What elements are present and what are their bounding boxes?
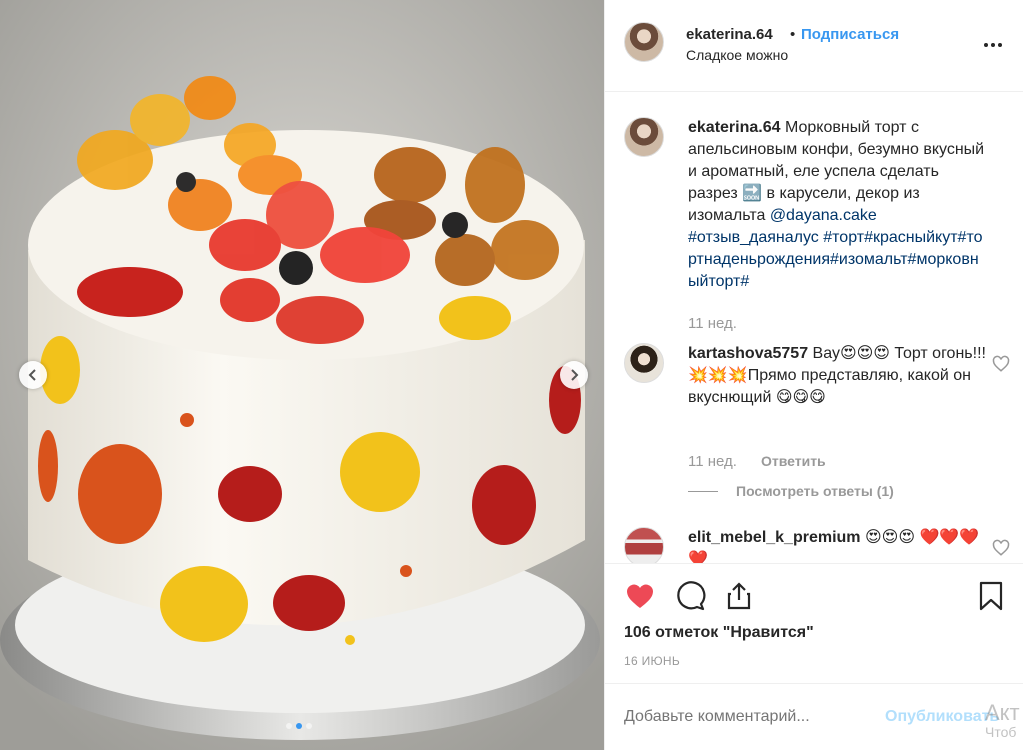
comment-time[interactable]: 11 нед. (688, 453, 737, 470)
cake-image (0, 0, 604, 750)
like-button-icon[interactable] (624, 580, 656, 612)
view-replies-label: Посмотреть ответы (1) (736, 483, 894, 499)
share-button-icon[interactable] (723, 580, 755, 612)
activation-watermark: Акт (985, 700, 1020, 725)
comment-item: elit_mebel_k_premium 😍😍😍 ❤️❤️❤️❤️ (624, 527, 1010, 563)
next-slide-button[interactable] (560, 361, 588, 389)
commenter-username[interactable]: kartashova5757 (688, 345, 808, 362)
carousel-dot-active (296, 723, 302, 729)
caption-text: ekaterina.64 Морковный торт с апельсинов… (688, 117, 988, 293)
follow-button[interactable]: Подписаться (801, 26, 899, 43)
commenter-username[interactable]: elit_mebel_k_premium (688, 529, 861, 546)
commenter-avatar[interactable] (624, 343, 664, 383)
carousel-dot (306, 723, 312, 729)
caption-time[interactable]: 11 нед. (688, 315, 737, 332)
like-comment-icon[interactable] (992, 355, 1010, 373)
chevron-right-icon (571, 369, 579, 381)
save-button-icon[interactable] (975, 580, 1007, 612)
divider (688, 490, 718, 492)
like-comment-icon[interactable] (992, 539, 1010, 557)
soon-emoji: 🔜 (742, 185, 763, 202)
comment-text: elit_mebel_k_premium 😍😍😍 ❤️❤️❤️❤️ (688, 527, 988, 563)
author-avatar[interactable] (624, 117, 664, 157)
separator-dot: • (790, 26, 796, 43)
chevron-left-icon (28, 369, 36, 381)
post-date[interactable]: 16 ИЮНЬ (624, 654, 680, 668)
comments-list[interactable]: ekaterina.64 Морковный торт с апельсинов… (605, 93, 1023, 563)
post-actions: 106 отметок "Нравится" 16 ИЮНЬ (605, 563, 1023, 683)
more-options-icon[interactable] (981, 33, 1005, 57)
author-avatar[interactable] (624, 22, 664, 62)
caption-meta: 11 нед. (688, 315, 737, 332)
previous-slide-button[interactable] (19, 361, 47, 389)
view-replies-button[interactable]: Посмотреть ответы (1) (688, 483, 894, 499)
reply-button[interactable]: Ответить (761, 453, 826, 470)
likes-count[interactable]: 106 отметок "Нравится" (624, 624, 814, 642)
caption-username[interactable]: ekaterina.64 (688, 119, 781, 136)
add-comment-input[interactable] (624, 708, 874, 726)
comment-meta: 11 нед. Ответить (688, 453, 826, 470)
comment-text: kartashova5757 Вау😍😍😍 Торт огонь!!! 💥💥💥П… (688, 343, 988, 409)
caption: ekaterina.64 Морковный торт с апельсинов… (624, 117, 1004, 337)
commenter-avatar[interactable] (624, 527, 664, 563)
post-header: ekaterina.64 • Подписаться Сладкое можно (605, 0, 1023, 92)
mention-link[interactable]: @dayana.cake (770, 207, 877, 224)
comment-button-icon[interactable] (674, 580, 706, 612)
post-sidebar: ekaterina.64 • Подписаться Сладкое можно… (604, 0, 1023, 750)
comment-item: kartashova5757 Вау😍😍😍 Торт огонь!!! 💥💥💥П… (624, 343, 1010, 503)
activation-watermark-line2: Чтоб (985, 724, 1017, 740)
publish-button[interactable]: Опубликовать (885, 708, 999, 726)
hashtags[interactable]: #отзыв_даяналус #торт#красныйкут#тортнад… (688, 227, 988, 293)
add-comment-bar: Опубликовать Акт Чтоб (605, 683, 1023, 750)
post-photo[interactable] (0, 0, 604, 750)
post-location[interactable]: Сладкое можно (686, 47, 788, 63)
carousel-dot (286, 723, 292, 729)
author-username[interactable]: ekaterina.64 (686, 26, 773, 43)
carousel-indicator (286, 723, 312, 729)
